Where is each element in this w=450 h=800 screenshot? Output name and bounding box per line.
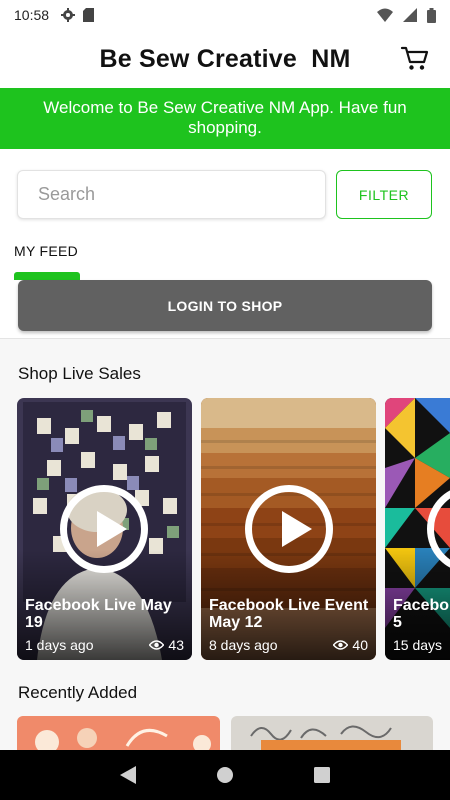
live-sale-title: Facebo 5 <box>393 597 450 631</box>
live-sale-age: 1 days ago <box>25 637 94 653</box>
recently-added-heading: Recently Added <box>18 683 138 702</box>
play-icon[interactable] <box>245 485 333 573</box>
search-input[interactable]: Search <box>17 170 326 219</box>
live-sale-age: 15 days <box>393 637 443 653</box>
welcome-banner: Welcome to Be Sew Creative NM App. Have … <box>0 88 450 149</box>
settings-gear-icon <box>61 8 76 22</box>
live-sale-title: Facebook Live Event May 12 <box>209 597 369 631</box>
login-to-shop-button[interactable]: LOGIN TO SHOP <box>18 280 432 331</box>
live-sale-title: Facebook Live May 19 <box>25 597 172 631</box>
play-icon[interactable] <box>60 485 148 573</box>
cart-icon[interactable] <box>400 44 430 72</box>
eye-icon <box>149 640 165 650</box>
product-card[interactable] <box>231 716 433 750</box>
tab-active-indicator <box>14 272 80 280</box>
live-sales-heading: Shop Live Sales <box>18 364 141 383</box>
status-bar: 10:58 <box>0 0 450 30</box>
product-card[interactable] <box>17 716 220 750</box>
search-row: Search FILTER <box>0 149 450 231</box>
battery-icon <box>427 7 436 23</box>
live-sale-card[interactable]: Facebo 5 15 days <box>385 398 450 660</box>
status-time: 10:58 <box>14 7 50 23</box>
live-sale-views: 40 <box>352 637 368 653</box>
filter-button[interactable]: FILTER <box>336 170 432 219</box>
home-icon[interactable] <box>216 766 234 784</box>
system-nav-bar <box>0 750 450 800</box>
live-sale-views: 43 <box>168 637 184 653</box>
sd-card-icon <box>83 8 95 22</box>
product-thumbnail <box>17 716 220 750</box>
cell-signal-icon <box>403 8 417 22</box>
app-title: Be Sew Creative NM <box>99 44 351 73</box>
wifi-icon <box>377 8 393 22</box>
eye-icon <box>333 640 349 650</box>
live-sale-card[interactable]: Facebook Live Event May 12 8 days ago 40 <box>201 398 376 660</box>
app-header: Be Sew Creative NM <box>0 30 450 88</box>
product-thumbnail <box>231 716 433 750</box>
live-sale-card[interactable]: Facebook Live May 19 1 days ago 43 <box>17 398 192 660</box>
live-sale-age: 8 days ago <box>209 637 278 653</box>
back-icon[interactable] <box>120 766 136 784</box>
recents-icon[interactable] <box>314 767 330 783</box>
tab-my-feed[interactable]: MY FEED <box>14 243 78 259</box>
